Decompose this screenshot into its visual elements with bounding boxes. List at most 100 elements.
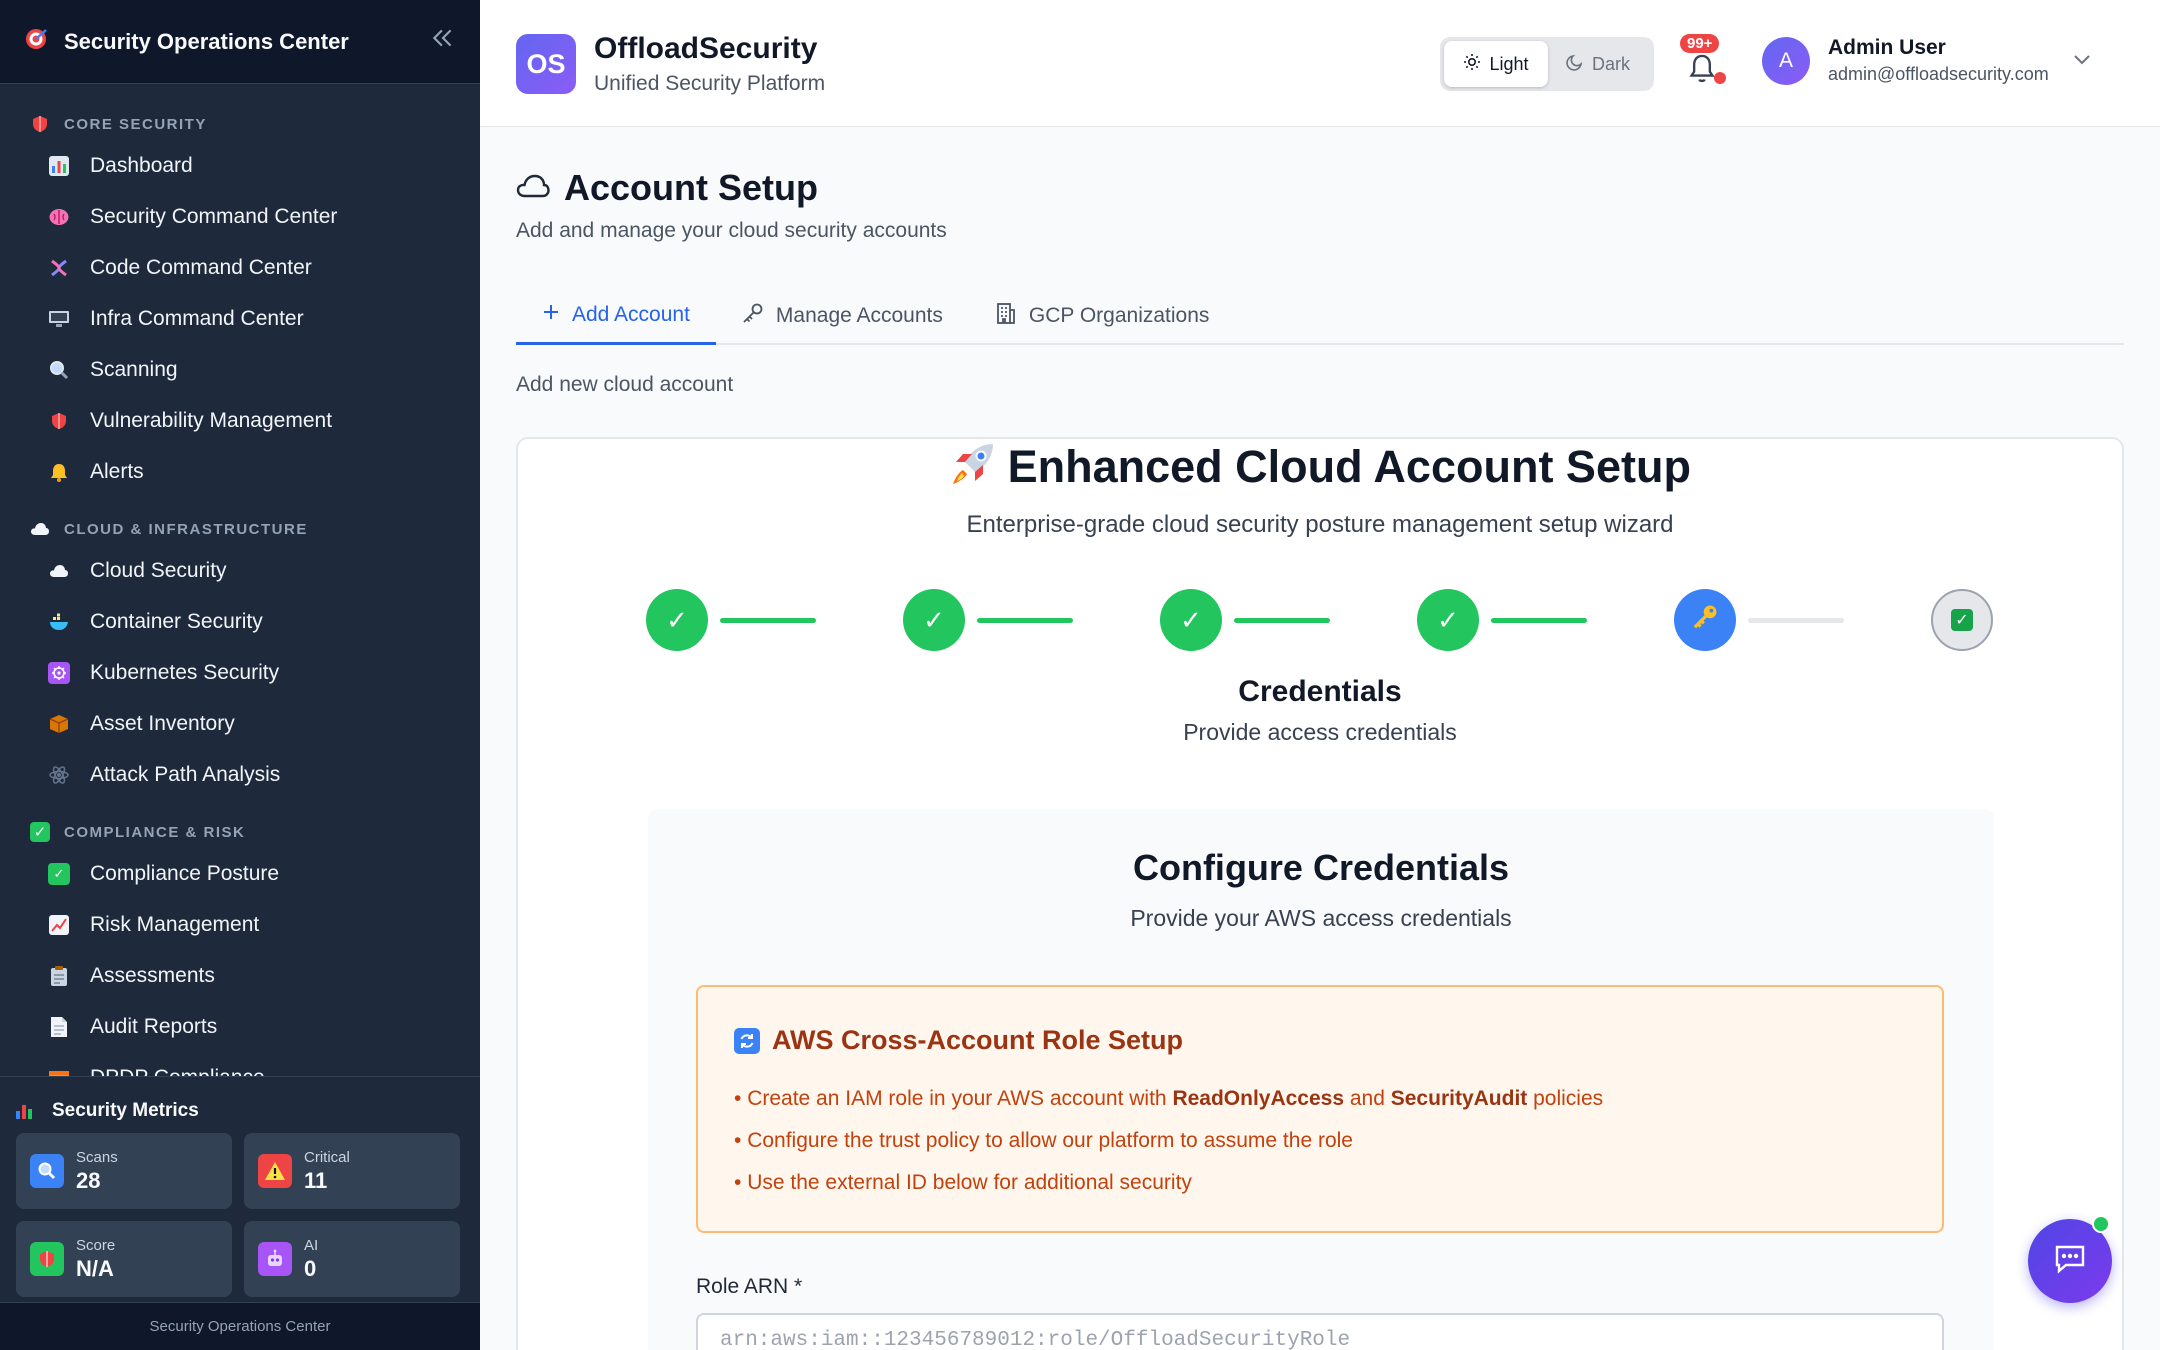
sidebar-item-vulnerability-management[interactable]: Vulnerability Management <box>0 395 480 446</box>
sidebar-item-alerts[interactable]: Alerts <box>0 446 480 497</box>
cloud-icon <box>30 519 50 539</box>
theme-light-button[interactable]: Light <box>1444 41 1548 87</box>
step-connector <box>720 618 816 623</box>
check-icon: ✓ <box>1437 604 1459 635</box>
metric-label: Critical <box>304 1148 350 1166</box>
step-connector <box>1748 618 1844 623</box>
sidebar-item-container-security[interactable]: Container Security <box>0 596 480 647</box>
step-1-complete[interactable]: ✓ <box>646 589 708 651</box>
sidebar-item-asset-inventory[interactable]: Asset Inventory <box>0 698 480 749</box>
trend-chart-icon <box>48 914 70 936</box>
sidebar-item-label: Security Command Center <box>90 204 338 228</box>
metric-card-critical[interactable]: Critical 11 <box>244 1133 460 1209</box>
bar-chart-icon <box>48 155 70 177</box>
notification-count-badge: 99+ <box>1680 34 1720 53</box>
check-icon: ✓ <box>923 604 945 635</box>
setup-wizard-card: Enhanced Cloud Account Setup Enterprise-… <box>516 437 2124 1350</box>
tab-add-account[interactable]: Add Account <box>516 287 716 345</box>
top-bar: OS OffloadSecurity Unified Security Plat… <box>480 0 2160 127</box>
brand[interactable]: OS OffloadSecurity Unified Security Plat… <box>516 32 825 96</box>
role-arn-label: Role ARN * <box>696 1275 803 1298</box>
main-content: Account Setup Add and manage your cloud … <box>480 127 2160 1350</box>
sidebar-item-audit-reports[interactable]: Audit Reports <box>0 1001 480 1052</box>
sidebar-item-label: Risk Management <box>90 912 260 936</box>
tab-gcp-organizations[interactable]: GCP Organizations <box>969 287 1236 345</box>
tab-label: GCP Organizations <box>1028 304 1210 327</box>
helm-icon <box>48 661 70 684</box>
sidebar-item-cloud-security[interactable]: Cloud Security <box>0 545 480 596</box>
dna-icon <box>48 257 70 279</box>
metric-label: Scans <box>76 1148 118 1166</box>
list-item: • Create an IAM role in your AWS account… <box>734 1087 1604 1110</box>
step-2-complete[interactable]: ✓ <box>903 589 965 651</box>
metric-card-scans[interactable]: Scans 28 <box>16 1133 232 1209</box>
cloud-icon <box>48 560 70 582</box>
sidebar-title: Security Operations Center <box>64 28 349 54</box>
plus-icon <box>542 303 560 327</box>
sidebar-item-kubernetes-security[interactable]: Kubernetes Security <box>0 647 480 698</box>
key-icon <box>1691 603 1719 638</box>
step-5-credentials-current[interactable] <box>1674 589 1736 651</box>
sidebar-section-core-security: CORE SECURITY <box>0 108 480 140</box>
section-label: Add new cloud account <box>516 373 734 396</box>
step-connector <box>1234 618 1330 623</box>
sidebar-item-security-command-center[interactable]: Security Command Center <box>0 191 480 242</box>
sidebar-item-label: Cloud Security <box>90 558 227 582</box>
check-box-icon: ✓ <box>48 862 70 885</box>
sidebar-item-label: Alerts <box>90 459 144 483</box>
warning-icon <box>258 1154 292 1188</box>
metric-card-ai[interactable]: AI 0 <box>244 1221 460 1297</box>
role-arn-input[interactable]: arn:aws:iam::123456789012:role/OffloadSe… <box>696 1313 1944 1350</box>
clipboard-icon <box>48 965 70 987</box>
tab-manage-accounts[interactable]: Manage Accounts <box>716 287 969 345</box>
sidebar-item-label: Scanning <box>90 357 178 381</box>
sidebar-item-scanning[interactable]: Scanning <box>0 344 480 395</box>
network-icon <box>48 764 70 786</box>
step-connector <box>977 618 1073 623</box>
sidebar-item-infra-command-center[interactable]: Infra Command Center <box>0 293 480 344</box>
metric-value: 28 <box>76 1167 101 1193</box>
sidebar-item-dpdp-compliance[interactable]: DPDP Compliance <box>0 1052 480 1076</box>
shield-icon <box>30 114 50 134</box>
cloud-icon <box>516 174 550 203</box>
sidebar-item-dashboard[interactable]: Dashboard <box>0 140 480 191</box>
sidebar-item-compliance-posture[interactable]: ✓ Compliance Posture <box>0 848 480 899</box>
monitor-icon <box>48 308 70 330</box>
collapse-sidebar-icon[interactable] <box>430 25 456 59</box>
chat-button[interactable] <box>2028 1215 2112 1303</box>
metric-value: 11 <box>304 1167 328 1193</box>
user-name: Admin User <box>1828 36 1946 59</box>
sidebar-nav[interactable]: CORE SECURITY Dashboard Security Command… <box>0 84 480 1076</box>
metric-label: Score <box>76 1236 116 1254</box>
moon-icon <box>1566 53 1584 76</box>
india-flag-icon <box>48 1067 70 1076</box>
sidebar-item-label: Attack Path Analysis <box>90 762 281 786</box>
step-3-complete[interactable]: ✓ <box>1160 589 1222 651</box>
robot-icon <box>258 1242 292 1276</box>
theme-dark-button[interactable]: Dark <box>1548 41 1648 87</box>
brand-logo: OS <box>516 34 576 94</box>
bell-icon <box>48 461 70 483</box>
sidebar-item-attack-path-analysis[interactable]: Attack Path Analysis <box>0 749 480 800</box>
metric-value: N/A <box>76 1255 114 1281</box>
notifications-button[interactable]: 99+ <box>1680 34 1726 84</box>
notice-list: • Create an IAM role in your AWS account… <box>734 1087 1603 1213</box>
sidebar-item-label: Asset Inventory <box>90 711 235 735</box>
step-4-complete[interactable]: ✓ <box>1417 589 1479 651</box>
step-connector <box>1491 618 1587 623</box>
sidebar-section-cloud-infrastructure: CLOUD & INFRASTRUCTURE <box>0 513 480 545</box>
sidebar-item-label: Dashboard <box>90 153 193 177</box>
step-6-pending[interactable]: ✓ <box>1931 589 1993 651</box>
sidebar-item-label: Compliance Posture <box>90 861 280 885</box>
sidebar-item-label: Container Security <box>90 609 263 633</box>
check-box-icon: ✓ <box>1951 609 1973 631</box>
sidebar-item-risk-management[interactable]: Risk Management <box>0 899 480 950</box>
metric-card-score[interactable]: Score N/A <box>16 1221 232 1297</box>
sidebar-item-assessments[interactable]: Assessments <box>0 950 480 1001</box>
tab-label: Add Account <box>572 302 690 326</box>
sidebar-item-code-command-center[interactable]: Code Command Center <box>0 242 480 293</box>
sidebar-item-label: Assessments <box>90 963 215 987</box>
user-menu[interactable]: A Admin User admin@offloadsecurity.com <box>1762 36 2091 85</box>
brand-tagline: Unified Security Platform <box>594 72 826 95</box>
bar-chart-icon <box>16 1103 32 1119</box>
